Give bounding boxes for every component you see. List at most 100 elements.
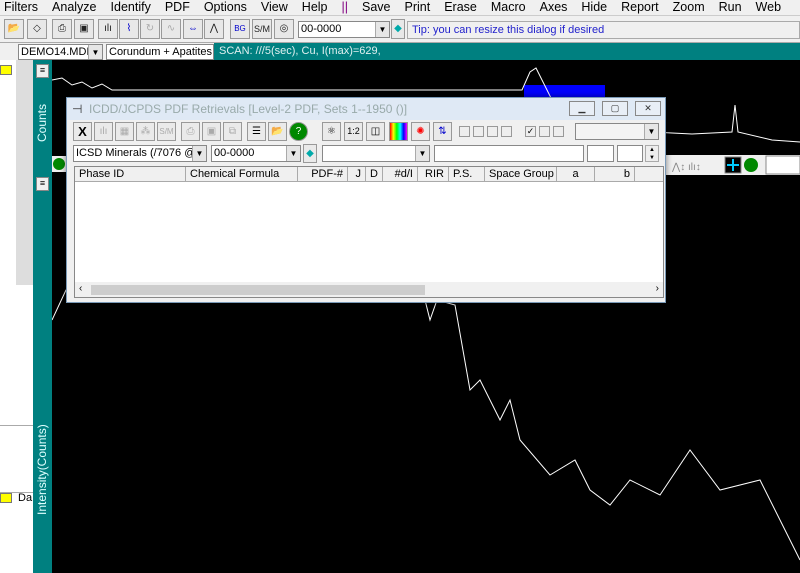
smooth-icon[interactable]: S/M: [157, 122, 176, 141]
chevron-left-icon[interactable]: ‹: [79, 283, 82, 294]
ratio-button[interactable]: 1:2: [344, 122, 363, 141]
open-folder-icon[interactable]: 📂: [268, 122, 287, 141]
column-header[interactable]: Chemical Formula: [186, 167, 298, 181]
expand-horizontal-icon[interactable]: ⇔: [183, 19, 203, 39]
column-header[interactable]: a: [557, 167, 595, 181]
save-disk-icon[interactable]: ▣: [202, 122, 221, 141]
search-input[interactable]: [434, 145, 584, 162]
scrollbar-thumb[interactable]: [91, 285, 425, 295]
print-icon[interactable]: ⎙: [52, 19, 72, 39]
lower-axis-label: Intensity(Counts): [35, 424, 49, 515]
chevron-down-icon[interactable]: ▼: [644, 124, 658, 139]
copy-icon[interactable]: ⧉: [223, 122, 242, 141]
column-header[interactable]: Phase ID: [75, 167, 186, 181]
menu-run[interactable]: Run: [712, 0, 749, 15]
bar-pattern-icon[interactable]: ılı: [94, 122, 113, 141]
background-icon[interactable]: BG: [230, 19, 250, 39]
scrollbar[interactable]: [16, 60, 33, 285]
menu-macro[interactable]: Macro: [484, 0, 533, 15]
database-combo[interactable]: ICSD Minerals (/7076 @) ▼: [73, 145, 207, 162]
dialog-titlebar[interactable]: ⊣ ICDD/JCPDS PDF Retrievals [Level-2 PDF…: [67, 98, 665, 120]
cd-disc-icon[interactable]: ◎: [274, 19, 294, 39]
menu-report[interactable]: Report: [614, 0, 666, 15]
checkbox[interactable]: [501, 126, 512, 137]
chevron-right-icon[interactable]: ›: [656, 283, 659, 294]
help-icon[interactable]: ?: [289, 122, 308, 141]
grid-icon[interactable]: ▦: [115, 122, 134, 141]
menu-web[interactable]: Web: [749, 0, 788, 15]
minimize-button[interactable]: ▁: [569, 101, 595, 116]
chevron-down-icon[interactable]: ▼: [415, 146, 429, 161]
bar-pattern-icon[interactable]: ılı: [98, 19, 118, 39]
close-window-button[interactable]: ✕: [635, 101, 661, 116]
menu-analyze[interactable]: Analyze: [45, 0, 103, 15]
refresh-icon[interactable]: ↻: [140, 19, 160, 39]
value-input[interactable]: [617, 145, 643, 162]
noise-icon[interactable]: ∿: [161, 19, 181, 39]
menu-save[interactable]: Save: [355, 0, 398, 15]
axis-scale-button[interactable]: ≡: [36, 64, 49, 78]
crystal-icon[interactable]: ◆: [303, 144, 317, 163]
maximize-button[interactable]: ▢: [602, 101, 628, 116]
value-input[interactable]: [587, 145, 614, 162]
print-icon[interactable]: ⎙: [181, 122, 200, 141]
profile-fit-icon[interactable]: ⋀: [204, 19, 224, 39]
menu-hide[interactable]: Hide: [574, 0, 614, 15]
color-palette-icon[interactable]: [389, 122, 408, 141]
menu-print[interactable]: Print: [398, 0, 438, 15]
spin-stepper[interactable]: ▲ ▼: [645, 145, 659, 162]
tab-label[interactable]: Da: [18, 492, 32, 504]
chevron-down-icon[interactable]: ▼: [286, 146, 300, 161]
horizontal-scrollbar[interactable]: ‹ ›: [75, 282, 663, 297]
open-folder-icon[interactable]: 📂: [4, 19, 24, 39]
pdf-number-combo[interactable]: 00-0000 ▼: [211, 145, 301, 162]
filter-combo[interactable]: ▼: [322, 145, 430, 162]
save-disk-icon[interactable]: ▣: [74, 19, 94, 39]
checkbox[interactable]: [487, 126, 498, 137]
checkbox-checked[interactable]: ✓: [525, 126, 536, 137]
checkbox[interactable]: [553, 126, 564, 137]
pdf-number-combo[interactable]: 00-0000 ▼: [298, 21, 390, 38]
column-header[interactable]: #d/I: [383, 167, 418, 181]
crystal-icon[interactable]: ◆: [391, 19, 405, 39]
chevron-down-icon[interactable]: ▼: [375, 22, 389, 37]
option-combo[interactable]: ▼: [575, 123, 659, 140]
sort-icon[interactable]: ⇅: [433, 122, 452, 141]
menu-identify[interactable]: Identify: [104, 0, 158, 15]
axis-scale-button[interactable]: ≡: [36, 177, 49, 191]
column-header[interactable]: P.S.: [449, 167, 485, 181]
checkbox[interactable]: [459, 126, 470, 137]
column-header[interactable]: RIR: [418, 167, 449, 181]
menu-filters[interactable]: Filters: [0, 0, 45, 15]
column-header[interactable]: b: [595, 167, 635, 181]
network-icon[interactable]: ⁂: [136, 122, 155, 141]
menu-view[interactable]: View: [254, 0, 295, 15]
column-header[interactable]: PDF-#: [298, 167, 348, 181]
close-button[interactable]: X: [73, 122, 92, 141]
eraser-icon[interactable]: ◇: [27, 19, 47, 39]
pin-icon[interactable]: ⊣: [72, 98, 82, 120]
menu-axes[interactable]: Axes: [533, 0, 575, 15]
peak-marker-icon[interactable]: ⌇: [119, 19, 139, 39]
chevron-down-icon[interactable]: ▼: [88, 45, 102, 59]
menu-zoom[interactable]: Zoom: [666, 0, 712, 15]
atom-icon[interactable]: ⚛: [322, 122, 341, 141]
checkbox[interactable]: [473, 126, 484, 137]
list-icon[interactable]: ☰: [247, 122, 266, 141]
column-header[interactable]: D: [366, 167, 383, 181]
column-header[interactable]: J: [348, 167, 366, 181]
smooth-icon[interactable]: S/M: [252, 19, 272, 39]
menu-pdf[interactable]: PDF: [158, 0, 197, 15]
menu-options[interactable]: Options: [197, 0, 254, 15]
folder-icon[interactable]: [0, 65, 12, 75]
sun-icon[interactable]: ✺: [411, 122, 430, 141]
menu-erase[interactable]: Erase: [437, 0, 484, 15]
chevron-down-icon[interactable]: ▼: [192, 146, 206, 161]
cube-icon[interactable]: ◫: [366, 122, 385, 141]
menu-help[interactable]: Help: [295, 0, 335, 15]
file-combo[interactable]: DEMO14.MDI ▼: [18, 44, 103, 60]
column-header[interactable]: Space Group: [485, 167, 557, 181]
checkbox[interactable]: [539, 126, 550, 137]
phase-field[interactable]: Corundum + Apatites: [106, 44, 214, 60]
folder-icon[interactable]: [0, 493, 12, 503]
